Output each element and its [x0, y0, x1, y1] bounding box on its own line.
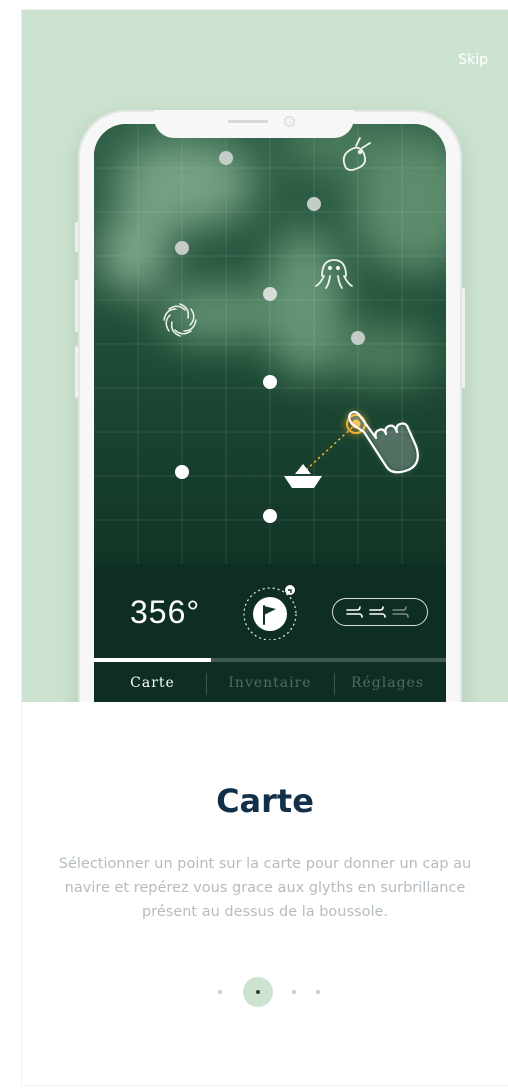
map-waypoint[interactable]: [219, 151, 233, 165]
phone-speaker: [228, 120, 268, 123]
phone-screen: 356° Carte Inventaire Réglages: [94, 124, 446, 702]
phone-mockup: 356° Carte Inventaire Réglages: [75, 110, 465, 702]
onboarding-screen: Skip 356° Carte Inventaire Réglages Cart…: [22, 10, 508, 1085]
flag-icon: [243, 585, 297, 641]
map-waypoint[interactable]: [307, 197, 321, 211]
map-waypoint[interactable]: [263, 287, 277, 301]
map-waypoint[interactable]: [175, 241, 189, 255]
phone-notch: [154, 110, 354, 138]
map-controls: 356° Carte Inventaire Réglages: [94, 564, 446, 702]
map-waypoint[interactable]: [351, 331, 365, 345]
tab-divider: [206, 673, 207, 695]
page-description: Sélectionner un point sur la carte pour …: [58, 856, 472, 920]
phone-camera: [284, 116, 295, 127]
pagination-dot[interactable]: [292, 990, 296, 994]
heading-readout: 356°: [130, 594, 201, 630]
skip-button[interactable]: Skip: [458, 52, 488, 68]
hero-illustration: Skip 356° Carte Inventaire Réglages: [22, 10, 508, 702]
wind-indicator[interactable]: [332, 598, 428, 626]
pagination-dot[interactable]: [218, 990, 222, 994]
phone-side-button: [75, 222, 78, 252]
pagination-dots: [22, 972, 508, 1012]
map-waypoint[interactable]: [175, 465, 189, 479]
pagination-dot-active[interactable]: [243, 977, 273, 1007]
phone-volume-down: [75, 346, 78, 398]
map-waypoint[interactable]: [263, 375, 277, 389]
tab-inventaire[interactable]: Inventaire: [211, 662, 329, 702]
compass-button[interactable]: [242, 584, 298, 641]
map-waypoint[interactable]: [263, 509, 277, 523]
phone-power-button: [462, 288, 465, 388]
tab-bar: Carte Inventaire Réglages: [94, 662, 446, 702]
tab-reglages[interactable]: Réglages: [329, 662, 446, 702]
wind-icon: [346, 606, 409, 618]
page-title: Carte: [216, 782, 314, 820]
pagination-dot[interactable]: [316, 990, 320, 994]
tab-carte[interactable]: Carte: [94, 662, 211, 702]
phone-volume-up: [75, 280, 78, 332]
